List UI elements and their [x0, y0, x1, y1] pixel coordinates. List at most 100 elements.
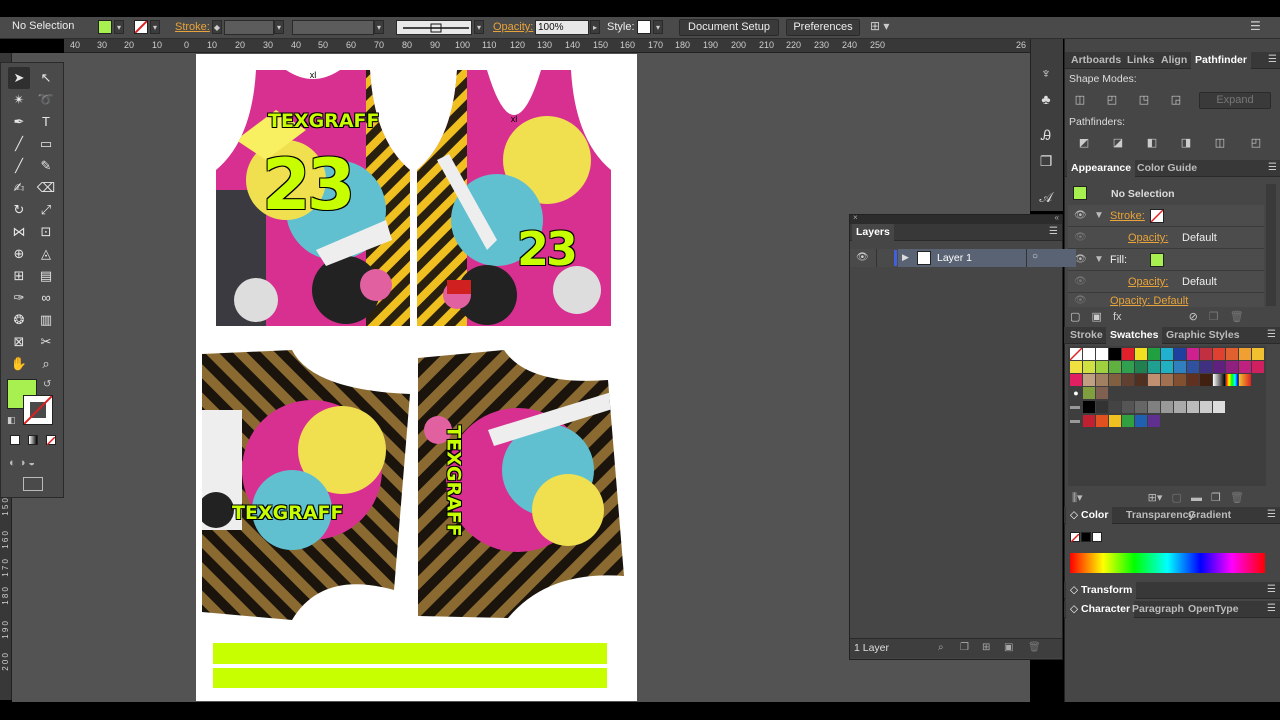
swatch-pattern-dot[interactable]: ● [1070, 387, 1082, 399]
swatch[interactable] [1226, 361, 1238, 373]
swatch[interactable] [1161, 401, 1173, 413]
swatch-registration[interactable] [1083, 348, 1095, 360]
layers-title-bar[interactable]: × « [850, 213, 1062, 224]
swatch[interactable] [1187, 401, 1199, 413]
tab-opentype[interactable]: OpenType [1184, 601, 1243, 618]
close-icon[interactable]: × [853, 213, 858, 222]
swatch[interactable] [1161, 348, 1173, 360]
swatch[interactable] [1122, 374, 1134, 386]
tab-color-guide[interactable]: Color Guide [1133, 160, 1201, 177]
add-fill-icon[interactable]: ▣ [1091, 311, 1101, 323]
panel-menu-icon[interactable]: ☰ [1268, 54, 1277, 65]
free-transform-tool-icon[interactable]: ⊡ [35, 221, 57, 243]
shape-builder-tool-icon[interactable]: ⊕ [8, 243, 30, 265]
arrange-documents-icon[interactable]: ⊞ ▾ [870, 19, 889, 33]
stroke-weight-stepper[interactable]: ◆ [212, 20, 222, 34]
selection-tool-icon[interactable]: ➤ [8, 67, 30, 89]
opacity-label-link[interactable]: Opacity: [493, 21, 533, 33]
tab-artboards[interactable]: Artboards [1067, 52, 1125, 69]
layer-visibility-eye-icon[interactable]: 👁 [856, 252, 869, 263]
collapse-icon[interactable]: « [1055, 213, 1059, 222]
swatch[interactable] [1096, 348, 1108, 360]
crop-icon[interactable]: ◨ [1179, 136, 1193, 150]
swatch[interactable] [1096, 401, 1108, 413]
swatch[interactable] [1174, 361, 1186, 373]
screen-mode-icon[interactable] [23, 477, 43, 491]
layer-target-icon[interactable]: ○ [1032, 251, 1038, 262]
blob-brush-tool-icon[interactable]: ✍ [8, 177, 30, 199]
tab-transform[interactable]: ◇ Transform [1066, 582, 1137, 599]
tab-layers[interactable]: Layers [852, 224, 894, 241]
disclosure-triangle-icon[interactable]: ▼ [1094, 254, 1104, 265]
lasso-tool-icon[interactable]: ➰ [35, 89, 57, 111]
tab-appearance[interactable]: Appearance [1067, 160, 1136, 177]
locate-object-icon[interactable]: ⌕ [938, 642, 944, 653]
divide-icon[interactable]: ◩ [1077, 136, 1091, 150]
zoom-tool-icon[interactable]: ⌕ [35, 353, 57, 375]
tab-character[interactable]: ◇ Character [1066, 601, 1135, 618]
swatch[interactable] [1213, 361, 1225, 373]
gradient-tool-icon[interactable]: ▤ [35, 265, 57, 287]
panel-menu-icon[interactable]: ☰ [1049, 226, 1058, 237]
swatch[interactable] [1070, 374, 1082, 386]
appearance-fill-opacity-row[interactable]: 👁 Opacity: Default [1068, 271, 1264, 293]
swatch[interactable] [1174, 348, 1186, 360]
eye-icon[interactable]: 👁 [1074, 210, 1087, 221]
trim-strip-bottom[interactable] [213, 668, 607, 688]
swap-fill-stroke-icon[interactable]: ↺ [43, 379, 51, 390]
sleeve-left[interactable]: TEXGRAFF [202, 350, 410, 620]
symbols-panel-icon[interactable]: ♣ [1035, 88, 1057, 110]
swatch-gradient[interactable] [1226, 374, 1238, 386]
scale-tool-icon[interactable]: ⤢ [35, 199, 57, 221]
disclosure-triangle-icon[interactable]: ▼ [1094, 210, 1104, 221]
swatch-options-icon[interactable]: ▢ [1171, 492, 1181, 504]
swatch[interactable] [1083, 415, 1095, 427]
swatch-gradient[interactable] [1239, 374, 1251, 386]
swatch[interactable] [1083, 401, 1095, 413]
appearance-scrollbar[interactable] [1266, 184, 1276, 306]
swatch-libraries-icon[interactable]: ⫼▾ [1072, 492, 1083, 504]
clear-appearance-icon[interactable]: ⊘ [1189, 311, 1198, 323]
direct-selection-tool-icon[interactable]: ↖ [35, 67, 57, 89]
swatch[interactable] [1083, 374, 1095, 386]
width-tool-icon[interactable]: ⋈ [8, 221, 30, 243]
add-stroke-icon[interactable]: ▢ [1070, 311, 1080, 323]
variable-width-field[interactable] [292, 20, 374, 35]
tab-swatches[interactable]: Swatches [1106, 327, 1163, 344]
appearance-stroke-link[interactable]: Stroke: [1110, 210, 1145, 222]
swatch[interactable] [1109, 374, 1121, 386]
panel-menu-icon[interactable]: ☰ [1267, 584, 1276, 595]
swatch-none[interactable] [1069, 347, 1083, 361]
swatch[interactable] [1187, 348, 1199, 360]
swatch-gradient[interactable] [1213, 374, 1225, 386]
appearance-object-opacity-row[interactable]: 👁 Opacity: Default [1068, 293, 1264, 307]
clipping-mask-icon[interactable]: ❐ [960, 642, 969, 653]
swatch[interactable] [1200, 401, 1212, 413]
swatch[interactable] [1122, 415, 1134, 427]
stroke-swatch[interactable] [134, 20, 148, 34]
rotate-tool-icon[interactable]: ↻ [8, 199, 30, 221]
hand-tool-icon[interactable]: ✋ [8, 353, 30, 375]
stroke-weight-field[interactable] [224, 20, 274, 35]
color-white-icon[interactable] [1092, 532, 1102, 542]
swatch[interactable] [1187, 361, 1199, 373]
color-none-icon[interactable] [1070, 532, 1080, 543]
stroke-color-box[interactable] [23, 395, 53, 425]
glyphs-panel-icon[interactable]: 𝒜 [1035, 186, 1057, 208]
layer-expand-triangle-icon[interactable]: ▶ [902, 252, 909, 263]
appearance-stroke-row[interactable]: 👁 ▼ Stroke: [1068, 205, 1264, 227]
swatch[interactable] [1135, 374, 1147, 386]
sleeve-right[interactable]: TEXGRAFF [418, 350, 628, 620]
swatch[interactable] [1148, 401, 1160, 413]
symbol-sprayer-tool-icon[interactable]: ❂ [8, 309, 30, 331]
fill-swatch[interactable] [98, 20, 112, 34]
swatch[interactable] [1135, 348, 1147, 360]
swatch[interactable] [1161, 361, 1173, 373]
new-swatch-icon[interactable]: ❐ [1211, 492, 1221, 504]
appearance-fill-swatch[interactable] [1150, 253, 1164, 267]
eraser-tool-icon[interactable]: ⌫ [35, 177, 57, 199]
swatch[interactable] [1135, 415, 1147, 427]
tab-gradient[interactable]: Gradient [1184, 507, 1235, 524]
new-layer-icon[interactable]: ▣ [1004, 642, 1013, 653]
column-graph-tool-icon[interactable]: ▥ [35, 309, 57, 331]
